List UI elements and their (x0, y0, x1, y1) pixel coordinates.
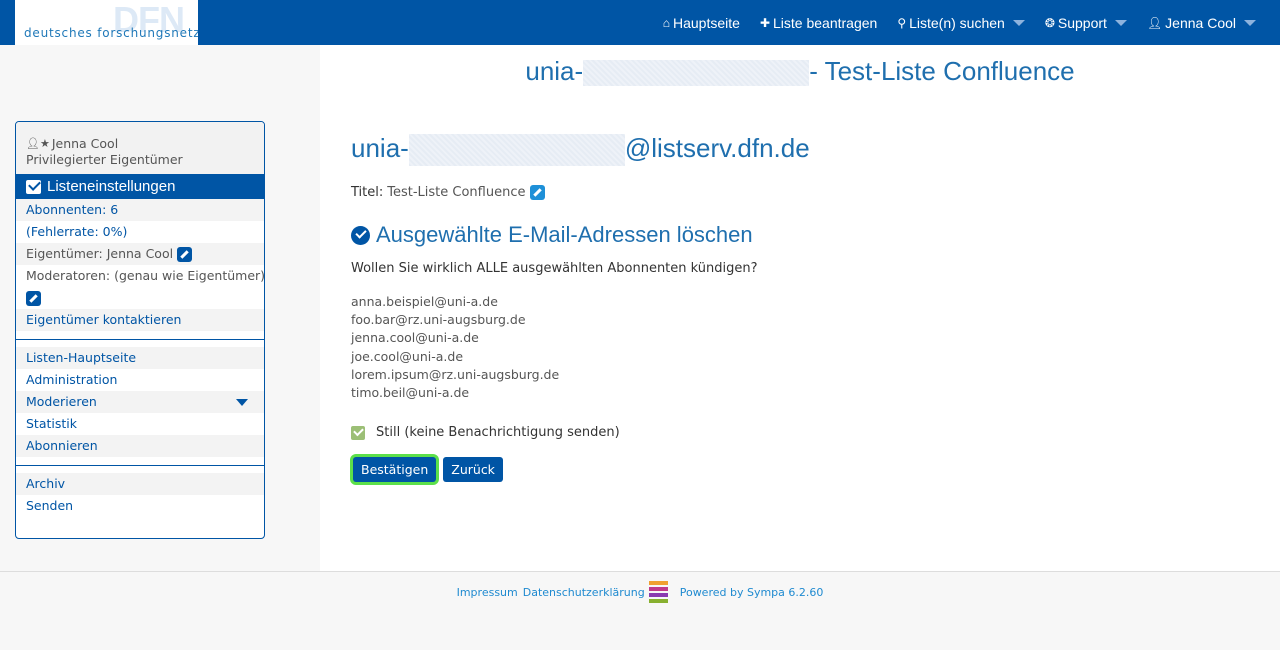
sidebar-item-label[interactable]: Archiv (26, 476, 65, 491)
nav-user[interactable]: 👤︎ Jenna Cool (1147, 15, 1256, 31)
list-settings-label: Listeneinstellungen (47, 178, 176, 195)
home-icon: ⌂ (662, 15, 670, 30)
impressum-link[interactable]: Impressum (457, 586, 518, 599)
sidebar-item-label[interactable]: Senden (26, 498, 73, 513)
moderators-text: Moderatoren: (genau wie Eigentümer) (26, 268, 265, 283)
chevron-down-icon (1012, 19, 1025, 26)
sidebar-item-label[interactable]: Statistik (26, 416, 77, 431)
main-nav: ⌂ Hauptseite ✚ Liste beantragen ⚲ Liste(… (663, 0, 1280, 45)
list-sidebar: 👤︎★ Jenna Cool Privilegierter Eigentümer… (15, 121, 265, 539)
chevron-down-icon (1244, 19, 1256, 26)
sympa-logo-icon (648, 581, 668, 603)
list-item: foo.bar@rz.uni-augsburg.de (351, 312, 526, 328)
section-heading: Ausgewählte E-Mail-Adressen löschen (351, 222, 753, 248)
back-button[interactable]: Zurück (443, 457, 503, 482)
error-rate-text[interactable]: (Fehlerrate: 0%) (26, 224, 127, 239)
sidebar-item-send[interactable]: Senden (16, 495, 264, 517)
moderators-row: Moderatoren: (genau wie Eigentümer) (16, 265, 264, 287)
sidebar-item-label[interactable]: Abonnieren (26, 438, 98, 453)
page-title: unia- - Test-Liste Confluence (320, 56, 1280, 87)
nav-search-lists-label: Liste(n) suchen (909, 14, 1005, 31)
edit-owners-icon[interactable] (177, 247, 193, 262)
error-rate-link[interactable]: (Fehlerrate: 0%) (16, 221, 264, 243)
contact-owners-link[interactable]: Eigentümer kontaktieren (16, 309, 264, 331)
list-item: joe.cool@uni-a.de (351, 348, 464, 364)
plus-icon: ✚ (759, 15, 770, 30)
footer: Impressum Datenschutzerklärung Powered b… (0, 571, 1280, 650)
section-heading-text: Ausgewählte E-Mail-Adressen löschen (376, 222, 753, 247)
list-settings-header[interactable]: Listeneinstellungen (16, 174, 264, 199)
confirm-button[interactable]: Bestätigen (353, 457, 437, 482)
list-title-line: Titel: Test-Liste Confluence (351, 185, 546, 200)
redacted-name (408, 134, 625, 167)
confirm-question: Wollen Sie wirklich ALLE ausgewählten Ab… (351, 261, 758, 276)
dfn-logo[interactable]: DFN deutsches forschungsnetz (15, 0, 198, 45)
nav-support-label: Support (1057, 14, 1107, 31)
envelope-icon (26, 179, 41, 194)
sidebar-user-name: Jenna Cool (51, 136, 119, 151)
quiet-label: Still (keine Benachrichtigung senden) (376, 425, 620, 440)
quiet-checkbox[interactable] (351, 425, 365, 440)
list-item: anna.beispiel@uni-a.de (351, 294, 498, 309)
sidebar-item-archive[interactable]: Archiv (16, 473, 264, 495)
nav-user-label: Jenna Cool (1165, 14, 1236, 31)
user-info: 👤︎★ Jenna Cool Privilegierter Eigentümer (16, 122, 264, 174)
left-column: 👤︎★ Jenna Cool Privilegierter Eigentümer… (0, 45, 320, 571)
nav-request-list[interactable]: ✚ Liste beantragen (760, 15, 877, 31)
privacy-link[interactable]: Datenschutzerklärung (523, 586, 645, 599)
nav-request-list-label: Liste beantragen (773, 14, 878, 31)
edit-moderators-icon[interactable] (26, 291, 41, 306)
owner-text: Eigentümer: Jenna Cool (26, 246, 174, 261)
chevron-down-icon (1114, 19, 1127, 26)
page-title-prefix: unia- (525, 56, 584, 86)
sidebar-divider (16, 339, 264, 347)
nav-support[interactable]: ❂ Support (1045, 15, 1127, 31)
chevron-down-icon[interactable] (236, 399, 248, 406)
list-item: timo.beil@uni-a.de (351, 385, 470, 401)
nav-home-label: Hauptseite (673, 14, 740, 31)
email-list: anna.beispiel@uni-a.de foo.bar@rz.uni-au… (351, 293, 559, 402)
nav-home[interactable]: ⌂ Hauptseite (663, 15, 740, 31)
list-title-label: Titel: (351, 185, 384, 200)
user-star-icon: 👤︎★ (26, 137, 50, 150)
sidebar-item-statistics[interactable]: Statistik (16, 413, 264, 435)
list-address: unia- @listserv.dfn.de (351, 133, 810, 167)
dfn-logo-text: deutsches forschungsnetz (24, 26, 198, 40)
sidebar-item-administration[interactable]: Administration (16, 369, 264, 391)
powered-by-link[interactable]: Powered by Sympa 6.2.60 (680, 586, 824, 599)
sidebar-divider (16, 465, 264, 473)
top-navbar: DFN deutsches forschungsnetz ⌂ Hauptseit… (0, 0, 1280, 45)
check-circle-icon (351, 225, 370, 245)
redacted-name (583, 60, 810, 87)
sidebar-item-label[interactable]: Moderieren (26, 394, 97, 409)
list-address-suffix: @listserv.dfn.de (624, 133, 810, 163)
edit-moderators-row (16, 287, 264, 309)
sidebar-user-role: Privilegierter Eigentümer (26, 152, 183, 167)
list-title-value: Test-Liste Confluence (387, 185, 526, 200)
nav-search-lists[interactable]: ⚲ Liste(n) suchen (897, 15, 1025, 31)
sidebar-item-label[interactable]: Listen-Hauptseite (26, 350, 136, 365)
sidebar-item-list-home[interactable]: Listen-Hauptseite (16, 347, 264, 369)
life-ring-icon: ❂ (1044, 15, 1055, 30)
list-item: lorem.ipsum@rz.uni-augsburg.de (351, 366, 560, 382)
sidebar-item-label[interactable]: Administration (26, 372, 117, 387)
sidebar-item-subscribe[interactable]: Abonnieren (16, 435, 264, 457)
list-address-prefix: unia- (351, 133, 409, 163)
user-icon: 👤︎ (1146, 15, 1163, 30)
contact-owners-text[interactable]: Eigentümer kontaktieren (26, 312, 181, 327)
page-title-suffix: - Test-Liste Confluence (809, 56, 1075, 86)
action-buttons: Bestätigen Zurück (351, 457, 503, 482)
subscribers-link[interactable]: Abonnenten: 6 (16, 199, 264, 221)
edit-title-icon[interactable] (530, 185, 546, 200)
search-icon: ⚲ (897, 15, 907, 30)
subscribers-text[interactable]: Abonnenten: 6 (26, 202, 118, 217)
main-content: unia- - Test-Liste Confluence unia- @lists… (320, 45, 1280, 571)
list-item: jenna.cool@uni-a.de (351, 330, 479, 346)
owner-row: Eigentümer: Jenna Cool (16, 243, 264, 265)
quiet-option[interactable]: Still (keine Benachrichtigung senden) (351, 425, 620, 440)
sidebar-item-moderate[interactable]: Moderieren (16, 391, 264, 413)
